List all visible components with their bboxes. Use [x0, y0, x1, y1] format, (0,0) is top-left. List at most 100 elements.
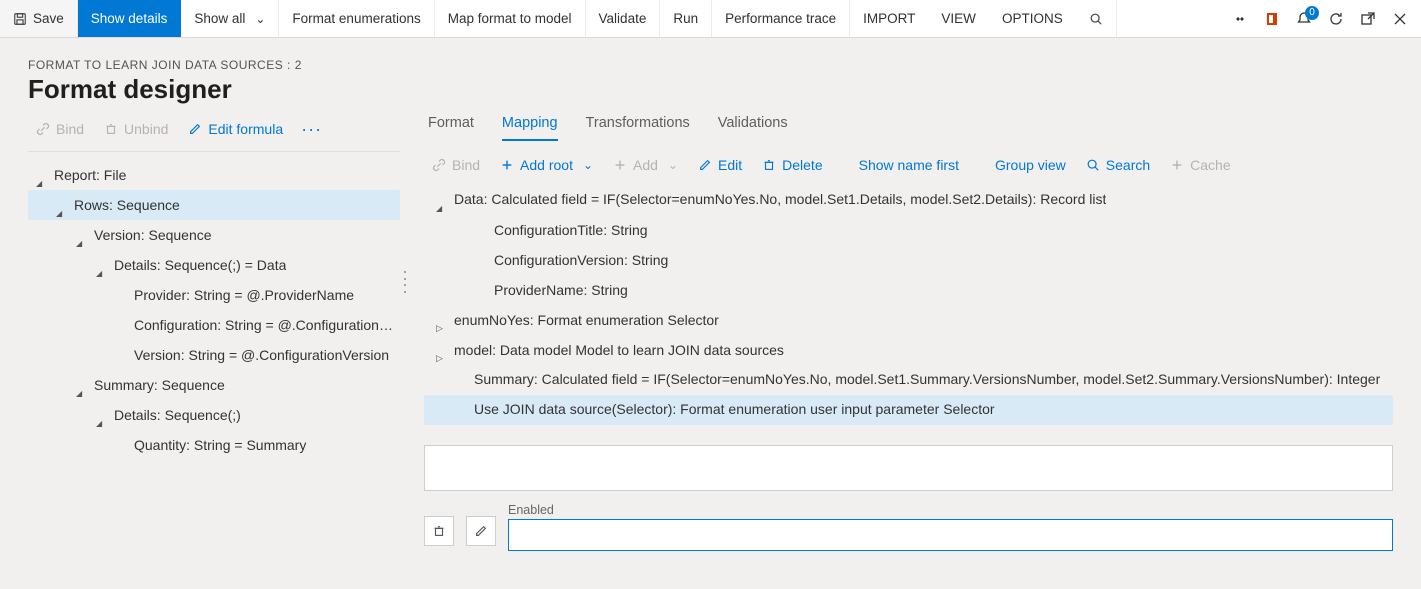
- chevron-down-icon[interactable]: [76, 380, 86, 390]
- edit-button[interactable]: Edit: [690, 153, 750, 177]
- tree-label: Summary: Sequence: [94, 374, 225, 396]
- tree-label: Details: Sequence(;): [114, 404, 241, 426]
- tree-node-provider[interactable]: Provider: String = @.ProviderName: [28, 280, 400, 310]
- performance-trace-label: Performance trace: [725, 11, 836, 26]
- left-more-button[interactable]: ···: [295, 119, 328, 140]
- delete-button[interactable]: Delete: [754, 153, 830, 177]
- diamond-icon[interactable]: [1231, 10, 1249, 28]
- format-enumerations-button[interactable]: Format enumerations: [279, 0, 434, 37]
- tree-label: Configuration: String = @.ConfigurationT…: [134, 314, 400, 336]
- ribbon-spacer: [1117, 0, 1219, 37]
- view-menu[interactable]: VIEW: [928, 0, 989, 37]
- unbind-label: Unbind: [124, 121, 168, 137]
- add-root-dropdown[interactable]: Add root: [492, 153, 601, 177]
- bind-button[interactable]: Bind: [28, 117, 92, 141]
- enabled-label: Enabled: [508, 503, 1393, 517]
- ribbon-search-button[interactable]: [1076, 0, 1117, 37]
- label-rest: = IF(Selector=enumNoYes.No, model.Set1.D…: [587, 191, 1106, 207]
- chevron-down-icon[interactable]: [76, 230, 86, 240]
- mapping-node-model[interactable]: model: Data model Model to learn JOIN da…: [424, 335, 1393, 365]
- mapping-node-enum[interactable]: enumNoYes: Format enumeration Selector: [424, 305, 1393, 335]
- tree-node-details2[interactable]: Details: Sequence(;): [28, 400, 400, 430]
- right-tabs: Format Mapping Transformations Validatio…: [424, 111, 1393, 141]
- show-details-button[interactable]: Show details: [78, 0, 182, 37]
- view-label: VIEW: [941, 11, 976, 26]
- bind-button-right[interactable]: Bind: [424, 153, 488, 177]
- edit-formula-button[interactable]: Edit formula: [180, 117, 291, 141]
- pencil-icon: [188, 122, 202, 136]
- bottom-panel: Enabled: [424, 439, 1393, 551]
- enabled-input[interactable]: [508, 519, 1393, 551]
- chevron-down-icon[interactable]: [56, 200, 66, 210]
- split-handle[interactable]: [404, 271, 410, 293]
- link-icon: [432, 158, 446, 172]
- chevron-down-icon[interactable]: [436, 195, 446, 205]
- tree-node-quantity[interactable]: Quantity: String = Summary: [28, 430, 400, 460]
- plus-icon: [1170, 158, 1184, 172]
- bind-label: Bind: [56, 121, 84, 137]
- chevron-right-icon[interactable]: [436, 315, 446, 325]
- tab-transformations[interactable]: Transformations: [586, 111, 690, 141]
- tree-label: ProviderName: String: [494, 279, 628, 301]
- chevron-down-icon[interactable]: [96, 410, 106, 420]
- add-dropdown[interactable]: Add: [605, 153, 686, 177]
- group-view-button[interactable]: Group view: [987, 153, 1074, 177]
- mapping-node-provider-name[interactable]: ProviderName: String: [424, 275, 1393, 305]
- office-icon[interactable]: [1263, 10, 1281, 28]
- mapping-tree: Data: Calculated field = IF(Selector=enu…: [424, 185, 1393, 425]
- notification-bell-icon[interactable]: 0: [1295, 10, 1313, 28]
- tab-validations[interactable]: Validations: [718, 111, 788, 141]
- tree-node-report[interactable]: Report: File: [28, 160, 400, 190]
- mapping-node-data[interactable]: Data: Calculated field = IF(Selector=enu…: [424, 185, 1393, 215]
- options-menu[interactable]: OPTIONS: [989, 0, 1076, 37]
- show-all-dropdown[interactable]: Show all: [181, 0, 279, 37]
- tree-label: Details: Sequence(;) = Data: [114, 254, 286, 276]
- refresh-icon[interactable]: [1327, 10, 1345, 28]
- mapping-node-summary[interactable]: Summary: Calculated field = IF(Selector=…: [424, 365, 1393, 395]
- underlined-segment: Data: Calculated field: [454, 188, 587, 212]
- validate-button[interactable]: Validate: [586, 0, 661, 37]
- save-button[interactable]: Save: [0, 0, 78, 37]
- search-label: Search: [1106, 157, 1150, 173]
- search-button[interactable]: Search: [1078, 153, 1158, 177]
- enabled-field-wrap: Enabled: [508, 503, 1393, 551]
- unbind-button[interactable]: Unbind: [96, 117, 176, 141]
- mapping-node-config-title[interactable]: ConfigurationTitle: String: [424, 215, 1393, 245]
- magnifier-icon: [1086, 158, 1100, 172]
- tree-label: Report: File: [54, 164, 126, 186]
- bottom-edit-button[interactable]: [466, 516, 496, 546]
- performance-trace-button[interactable]: Performance trace: [712, 0, 850, 37]
- format-tree: Report: File Rows: Sequence Version: Seq…: [28, 160, 400, 460]
- tree-label: ConfigurationTitle: String: [494, 219, 648, 241]
- bottom-delete-button[interactable]: [424, 516, 454, 546]
- chevron-down-icon[interactable]: [36, 170, 46, 180]
- cache-button[interactable]: Cache: [1162, 153, 1238, 177]
- pane-left: Bind Unbind Edit formula ··· Report: Fil…: [28, 111, 400, 460]
- tree-label: Summary: Calculated field = IF(Selector=…: [474, 368, 1380, 392]
- map-format-to-model-button[interactable]: Map format to model: [435, 0, 586, 37]
- popout-icon[interactable]: [1359, 10, 1377, 28]
- tree-node-rows[interactable]: Rows: Sequence: [28, 190, 400, 220]
- label-rest: Format enumeration user input parameter …: [676, 401, 994, 417]
- mapping-node-selector[interactable]: Use JOIN data source(Selector): Format e…: [424, 395, 1393, 425]
- run-button[interactable]: Run: [660, 0, 712, 37]
- trash-icon: [432, 524, 446, 538]
- main-panes: Bind Unbind Edit formula ··· Report: Fil…: [0, 111, 1421, 551]
- chevron-right-icon[interactable]: [436, 345, 446, 355]
- tree-node-details[interactable]: Details: Sequence(;) = Data: [28, 250, 400, 280]
- command-bar: Save Show details Show all Format enumer…: [0, 0, 1421, 38]
- tab-format[interactable]: Format: [428, 111, 474, 141]
- tree-node-version[interactable]: Version: Sequence: [28, 220, 400, 250]
- tree-node-version-string[interactable]: Version: String = @.ConfigurationVersion: [28, 340, 400, 370]
- right-toolbar: Bind Add root Add Edit Delete Show name …: [424, 141, 1393, 185]
- mapping-node-config-version[interactable]: ConfigurationVersion: String: [424, 245, 1393, 275]
- tree-label: Use JOIN data source(Selector): Format e…: [474, 398, 995, 422]
- tree-label: model: Data model Model to learn JOIN da…: [454, 339, 784, 361]
- close-icon[interactable]: [1391, 10, 1409, 28]
- tree-node-configuration[interactable]: Configuration: String = @.ConfigurationT…: [28, 310, 400, 340]
- tab-mapping[interactable]: Mapping: [502, 111, 558, 141]
- chevron-down-icon[interactable]: [96, 260, 106, 270]
- show-name-first-button[interactable]: Show name first: [851, 153, 967, 177]
- import-menu[interactable]: IMPORT: [850, 0, 928, 37]
- tree-node-summary[interactable]: Summary: Sequence: [28, 370, 400, 400]
